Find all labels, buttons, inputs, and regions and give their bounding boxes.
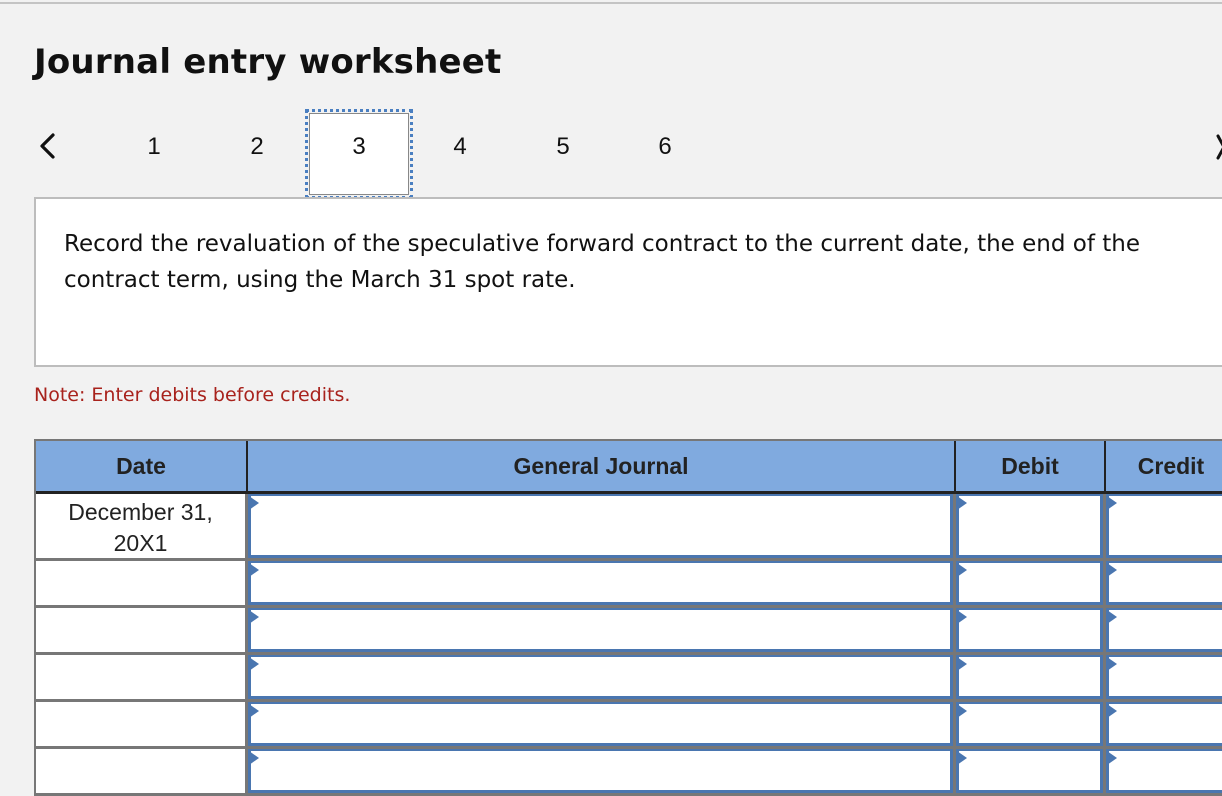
account-input-cell bbox=[248, 608, 956, 655]
journal-row bbox=[36, 608, 1222, 655]
credit-input-cell bbox=[1106, 561, 1222, 608]
credit-input-cell bbox=[1106, 608, 1222, 655]
credit-input-cell bbox=[1106, 702, 1222, 749]
debit-input-cell bbox=[956, 702, 1106, 749]
account-input[interactable] bbox=[248, 494, 953, 558]
instruction-text: Record the revaluation of the speculativ… bbox=[64, 231, 1141, 293]
debit-input[interactable] bbox=[956, 655, 1103, 699]
credit-input-cell bbox=[1106, 749, 1222, 796]
instruction-box: Record the revaluation of the speculativ… bbox=[34, 197, 1222, 367]
credit-input[interactable] bbox=[1106, 561, 1222, 605]
date-cell bbox=[36, 608, 248, 655]
credit-input[interactable] bbox=[1106, 608, 1222, 652]
journal-body: December 31, 20X1 bbox=[36, 494, 1222, 796]
account-input-cell bbox=[248, 561, 956, 608]
account-input[interactable] bbox=[248, 561, 953, 605]
debit-credit-note: Note: Enter debits before credits. bbox=[34, 384, 351, 406]
account-input-cell bbox=[248, 749, 956, 796]
column-header-credit: Credit bbox=[1137, 452, 1205, 479]
top-divider bbox=[0, 2, 1222, 4]
credit-input[interactable] bbox=[1106, 749, 1222, 793]
account-input[interactable] bbox=[248, 702, 953, 746]
entry-tab-1[interactable]: 1 bbox=[134, 130, 174, 164]
debit-input-cell bbox=[956, 494, 1106, 561]
column-header-debit: Debit bbox=[956, 441, 1106, 491]
debit-input-cell bbox=[956, 749, 1106, 796]
date-cell bbox=[36, 702, 248, 749]
debit-input[interactable] bbox=[956, 608, 1103, 652]
date-cell bbox=[36, 561, 248, 608]
date-cell: December 31, 20X1 bbox=[36, 494, 248, 561]
debit-input-cell bbox=[956, 561, 1106, 608]
account-input-cell bbox=[248, 494, 956, 561]
account-input-cell bbox=[248, 655, 956, 702]
credit-input[interactable] bbox=[1106, 655, 1222, 699]
credit-input[interactable] bbox=[1106, 702, 1222, 746]
entry-tab-3-active[interactable]: 3 bbox=[305, 109, 413, 199]
journal-row bbox=[36, 702, 1222, 749]
credit-input[interactable] bbox=[1106, 494, 1222, 558]
chevron-right-icon bbox=[1216, 134, 1222, 160]
column-header-general-journal: General Journal bbox=[248, 441, 956, 491]
entry-tab-6[interactable]: 6 bbox=[645, 130, 685, 164]
date-cell bbox=[36, 655, 248, 702]
date-cell bbox=[36, 749, 248, 796]
account-input-cell bbox=[248, 702, 956, 749]
journal-row bbox=[36, 561, 1222, 608]
debit-input[interactable] bbox=[956, 702, 1103, 746]
previous-entry-button[interactable] bbox=[36, 130, 60, 162]
debit-input[interactable] bbox=[956, 561, 1103, 605]
debit-input[interactable] bbox=[956, 749, 1103, 793]
account-input[interactable] bbox=[248, 608, 953, 652]
journal-row bbox=[36, 655, 1222, 702]
entry-tab-4[interactable]: 4 bbox=[440, 130, 480, 164]
journal-header-row: Date General Journal Debit Credit bbox=[36, 441, 1222, 494]
journal-row bbox=[36, 749, 1222, 796]
debit-input[interactable] bbox=[956, 494, 1103, 558]
entry-tab-2[interactable]: 2 bbox=[237, 130, 277, 164]
debit-input-cell bbox=[956, 608, 1106, 655]
credit-input-cell bbox=[1106, 655, 1222, 702]
account-input[interactable] bbox=[248, 655, 953, 699]
chevron-left-icon bbox=[40, 133, 55, 159]
page-title: Journal entry worksheet bbox=[34, 42, 502, 82]
account-input[interactable] bbox=[248, 749, 953, 793]
credit-input-cell bbox=[1106, 494, 1222, 561]
column-header-date: Date bbox=[36, 441, 248, 491]
journal-row: December 31, 20X1 bbox=[36, 494, 1222, 561]
journal-table: Date General Journal Debit Credit Decemb… bbox=[34, 439, 1222, 796]
next-entry-button[interactable] bbox=[1214, 132, 1222, 162]
entry-tab-5[interactable]: 5 bbox=[543, 130, 583, 164]
debit-input-cell bbox=[956, 655, 1106, 702]
